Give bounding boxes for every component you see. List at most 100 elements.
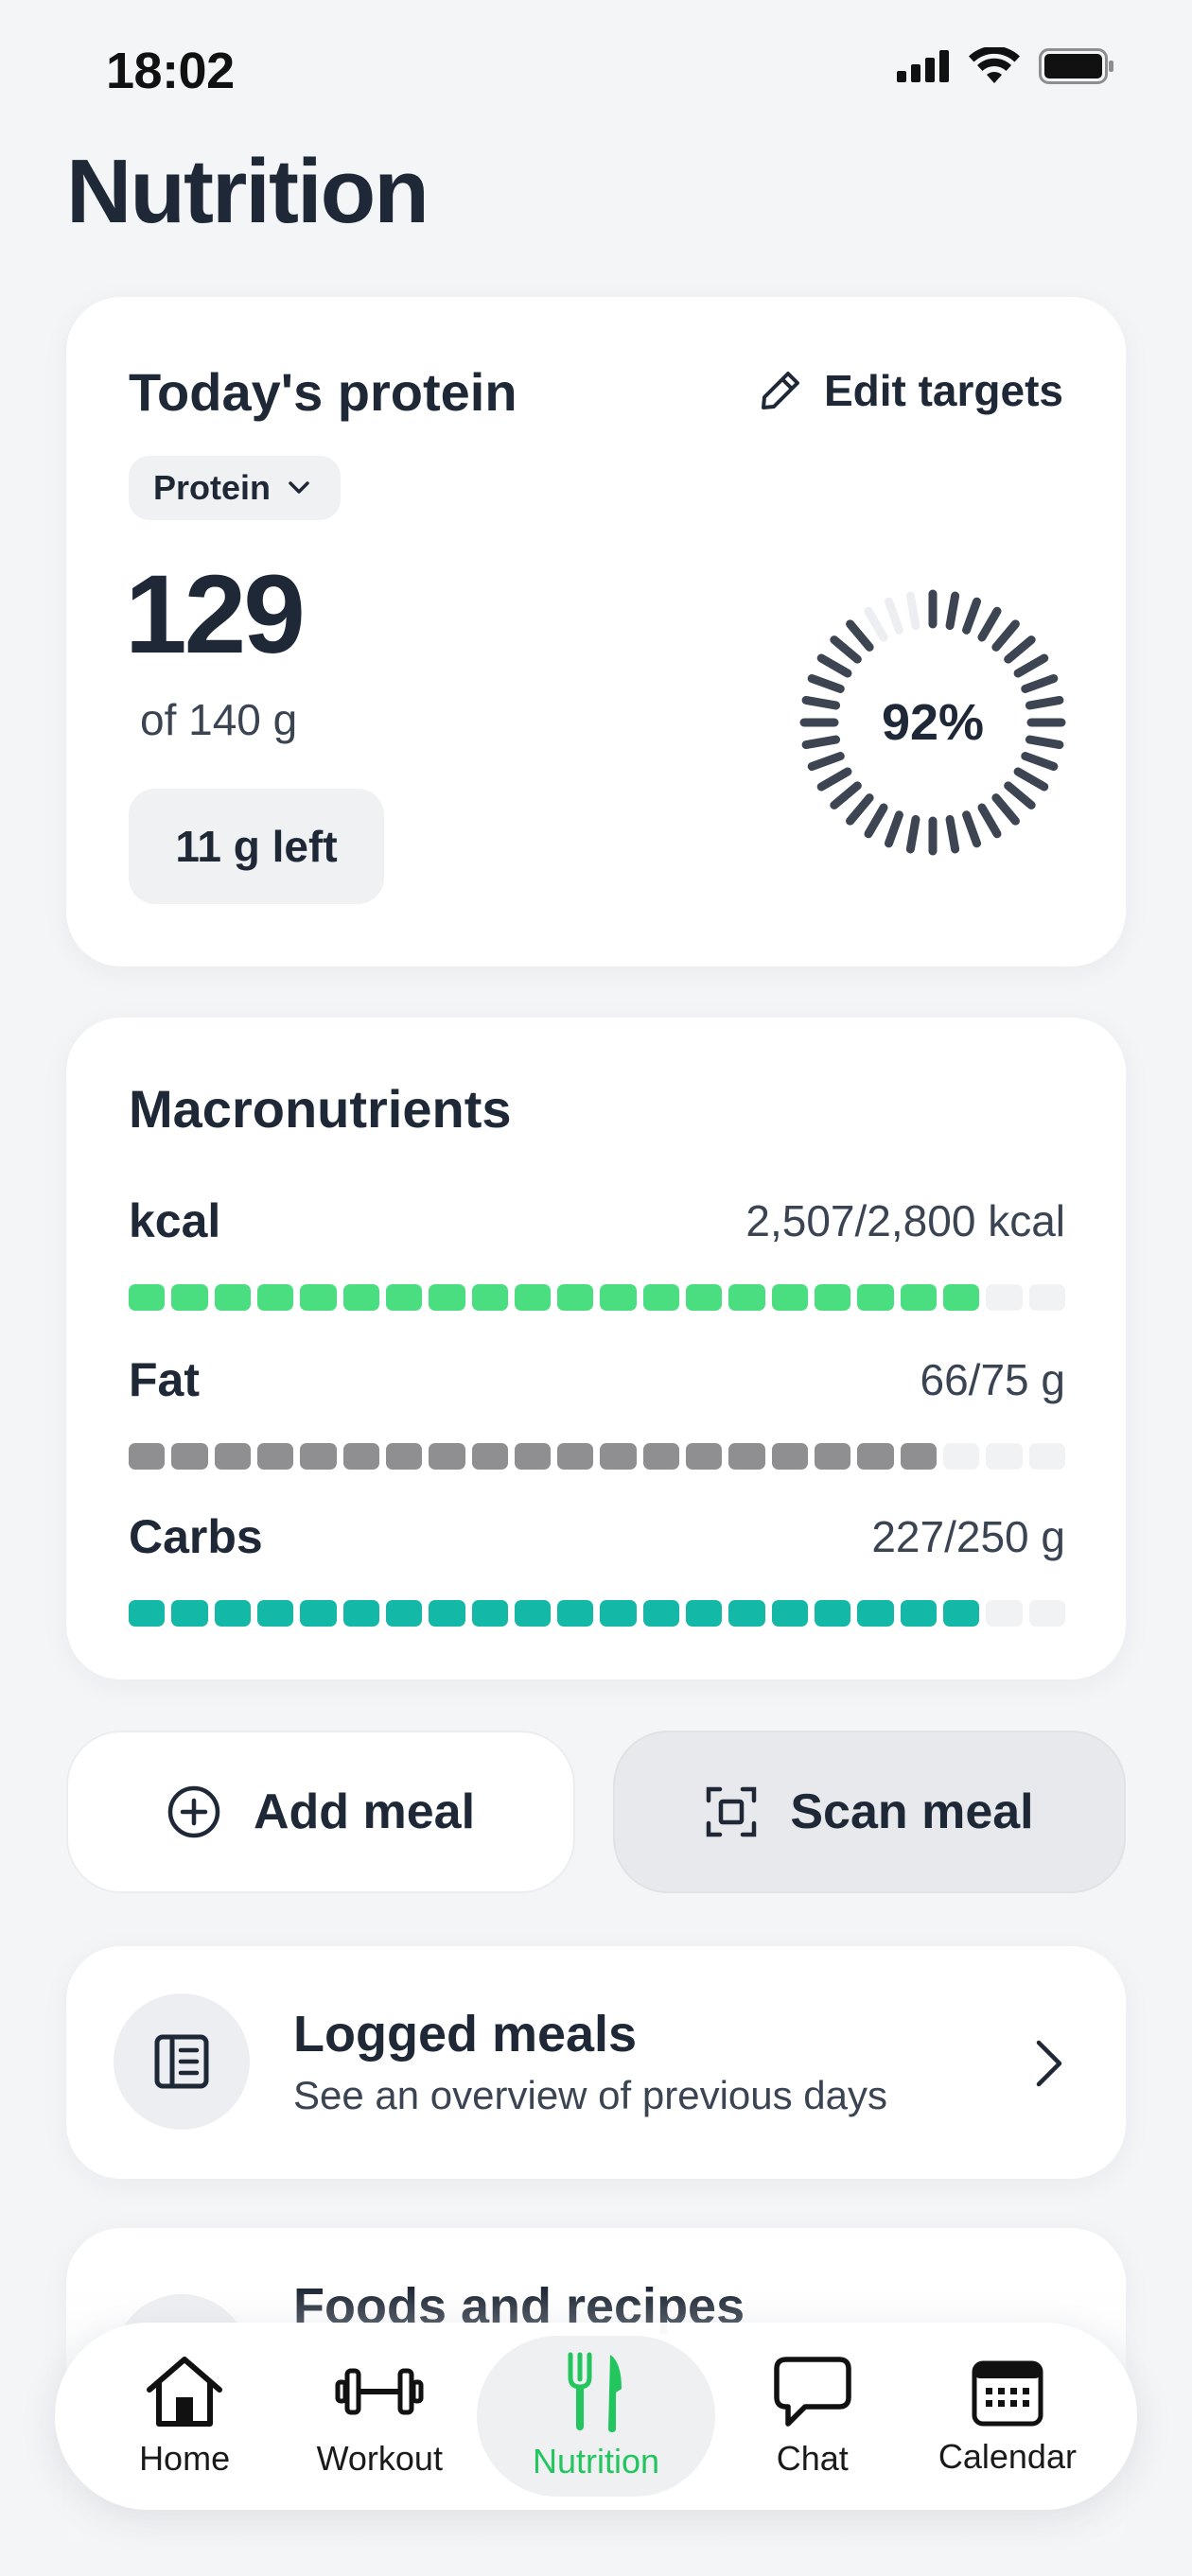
calendar-icon — [972, 2360, 1043, 2427]
bar-segment-filled — [942, 1284, 980, 1311]
protein-card: Today's protein Edit targets Protein 129… — [66, 297, 1126, 966]
scan-meal-button[interactable]: Scan meal — [613, 1731, 1126, 1893]
bar-segment-filled — [642, 1284, 680, 1311]
bar-segment-filled — [385, 1600, 423, 1627]
bar-segment-filled — [471, 1443, 508, 1470]
bar-segment-filled — [514, 1443, 552, 1470]
bar-segment-empty — [986, 1443, 1023, 1470]
macro-selector[interactable]: Protein — [129, 456, 342, 520]
bar-segment-empty — [942, 1443, 980, 1470]
tab-calendar[interactable]: Calendar — [910, 2336, 1105, 2497]
pencil-icon — [761, 372, 799, 409]
add-meal-button[interactable]: Add meal — [66, 1731, 575, 1893]
tab-workout[interactable]: Workout — [282, 2336, 477, 2497]
bar-segment-filled — [557, 1443, 594, 1470]
tab-bar: Home Workout Nutrition Chat Calendar — [55, 2323, 1137, 2510]
battery-icon — [1039, 48, 1113, 84]
bar-segment-filled — [857, 1600, 894, 1627]
chat-bubble-icon — [774, 2357, 851, 2427]
bar-segment-filled — [385, 1284, 423, 1311]
macro-name: Fat — [129, 1353, 200, 1406]
bar-segment-filled — [342, 1284, 379, 1311]
bar-segment-filled — [300, 1600, 337, 1627]
tab-home[interactable]: Home — [87, 2336, 282, 2497]
bar-segment-filled — [129, 1600, 166, 1627]
edit-targets-button[interactable]: Edit targets — [758, 365, 1063, 416]
dumbbell-icon — [335, 2368, 424, 2415]
bar-segment-filled — [256, 1284, 294, 1311]
chevron-right-icon — [1036, 2040, 1062, 2087]
protein-remaining-badge: 11 g left — [129, 789, 384, 904]
bar-segment-filled — [600, 1284, 637, 1311]
bar-segment-filled — [514, 1600, 552, 1627]
bar-segment-filled — [771, 1600, 808, 1627]
macro-amount: 2,507/2,800 kcal — [745, 1196, 1065, 1245]
bar-segment-filled — [642, 1600, 680, 1627]
macronutrients-title: Macronutrients — [129, 1079, 512, 1139]
bar-segment-filled — [900, 1600, 937, 1627]
bar-segment-empty — [986, 1600, 1023, 1627]
tab-label: Calendar — [938, 2437, 1077, 2476]
macro-amount: 227/250 g — [871, 1512, 1065, 1561]
protein-consumed-value: 129 — [125, 552, 306, 677]
macro-name: Carbs — [129, 1510, 263, 1563]
house-icon — [147, 2357, 223, 2427]
bar-segment-empty — [1028, 1284, 1065, 1311]
fork-knife-icon — [568, 2352, 622, 2432]
bar-segment-filled — [214, 1284, 251, 1311]
bar-segment-filled — [129, 1443, 166, 1470]
bar-segment-filled — [256, 1600, 294, 1627]
cellular-signal-icon — [897, 50, 949, 82]
status-bar: 18:02 — [0, 0, 1192, 142]
bar-segment-filled — [300, 1284, 337, 1311]
macronutrients-card: Macronutrients kcal 2,507/2,800 kcal Fat… — [66, 1018, 1126, 1680]
bar-segment-filled — [857, 1284, 894, 1311]
macro-progress-bar — [129, 1600, 1065, 1627]
status-icons — [897, 47, 1114, 85]
bar-segment-filled — [686, 1600, 723, 1627]
logged-meals-row[interactable]: Logged meals See an overview of previous… — [66, 1946, 1126, 2179]
bar-segment-filled — [256, 1443, 294, 1470]
status-time: 18:02 — [106, 43, 235, 99]
bar-segment-filled — [171, 1600, 208, 1627]
tab-label: Workout — [316, 2439, 443, 2478]
tab-label: Home — [139, 2439, 231, 2478]
page-title: Nutrition — [66, 141, 429, 242]
wifi-icon — [969, 47, 1020, 83]
tab-nutrition[interactable]: Nutrition — [477, 2336, 715, 2497]
bar-segment-filled — [171, 1443, 208, 1470]
plus-circle-icon — [167, 1785, 220, 1838]
bar-segment-empty — [1028, 1600, 1065, 1627]
tab-label: Chat — [776, 2439, 849, 2478]
logged-meals-subtitle: See an overview of previous days — [293, 2073, 888, 2117]
macro-amount: 66/75 g — [920, 1355, 1065, 1404]
add-meal-label: Add meal — [253, 1784, 476, 1839]
tab-chat[interactable]: Chat — [715, 2336, 910, 2497]
bar-segment-filled — [600, 1600, 637, 1627]
bar-segment-filled — [728, 1284, 765, 1311]
bar-segment-empty — [986, 1284, 1023, 1311]
bar-segment-filled — [900, 1443, 937, 1470]
bar-segment-filled — [429, 1600, 465, 1627]
protein-card-title: Today's protein — [129, 362, 517, 422]
bar-segment-filled — [771, 1443, 808, 1470]
bar-segment-filled — [815, 1284, 851, 1311]
bar-segment-filled — [342, 1600, 379, 1627]
bar-segment-filled — [686, 1443, 723, 1470]
bar-segment-filled — [686, 1284, 723, 1311]
scan-meal-label: Scan meal — [790, 1784, 1034, 1839]
macro-name: kcal — [129, 1194, 221, 1247]
edit-targets-label: Edit targets — [823, 366, 1063, 415]
bar-segment-filled — [815, 1443, 851, 1470]
bar-segment-filled — [214, 1600, 251, 1627]
tab-label: Nutrition — [532, 2442, 660, 2480]
bar-segment-filled — [600, 1443, 637, 1470]
bar-segment-filled — [942, 1600, 980, 1627]
bar-segment-filled — [429, 1284, 465, 1311]
scan-icon — [707, 1786, 757, 1837]
bar-segment-filled — [471, 1284, 508, 1311]
journal-icon — [154, 2034, 209, 2089]
bar-segment-filled — [342, 1443, 379, 1470]
bar-segment-filled — [214, 1443, 251, 1470]
bar-segment-filled — [857, 1443, 894, 1470]
